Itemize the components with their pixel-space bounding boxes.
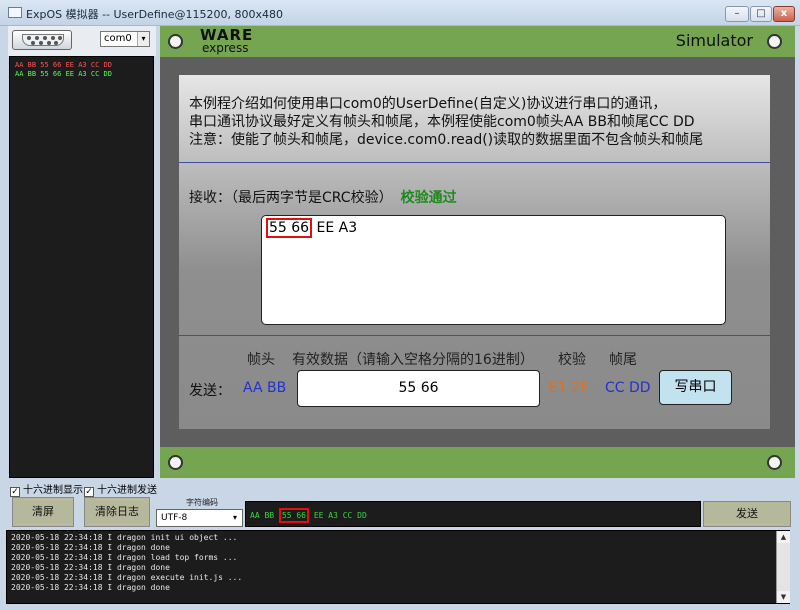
receive-label: 接收：（最后两字节是CRC校验） 校验通过 xyxy=(189,187,457,207)
hex-send-checkbox[interactable]: ✓ 十六进制发送 xyxy=(84,481,157,497)
frame-tail-bytes: CC DD xyxy=(605,380,651,396)
logo-bottom: express xyxy=(202,41,249,55)
console-line: 2020-05-18 22:34:18 I dragon execute ini… xyxy=(11,573,243,582)
payload-input[interactable]: 55 66 xyxy=(297,370,540,407)
frame-tail-label: 帧尾 xyxy=(609,352,637,368)
write-serial-button[interactable]: 写串口 xyxy=(659,370,732,405)
intro-line: 串口通讯协议最好定义有帧头和帧尾，本例程使能com0帧头AA BB和帧尾CC D… xyxy=(189,114,695,130)
console-line: 2020-05-18 22:34:18 I dragon load top fo… xyxy=(11,553,238,562)
simulator-device: WARE express Simulator 本例程介绍如何使用串口com0的U… xyxy=(160,26,795,478)
com-port-select[interactable]: com0 ▾ xyxy=(100,31,150,47)
crc-bytes: E1 2F xyxy=(549,380,589,396)
checkbox-checked-icon: ✓ xyxy=(84,487,94,497)
serial-connector xyxy=(22,34,64,46)
checkbox-checked-icon: ✓ xyxy=(10,487,20,497)
chevron-down-icon: ▾ xyxy=(232,513,237,522)
system-log-console[interactable]: 2020-05-18 22:34:18 I dragon init ui obj… xyxy=(6,530,790,604)
encoding-select[interactable]: UTF-8 ▾ xyxy=(156,509,243,527)
log-line: AA BB 55 66 EE A3 CC DD xyxy=(15,70,112,78)
send-button[interactable]: 发送 xyxy=(703,501,791,527)
crc-status: 校验通过 xyxy=(400,190,457,206)
received-crc: EE A3 xyxy=(312,220,358,236)
screw-icon xyxy=(168,455,183,470)
hex-display-label: 十六进制显示 xyxy=(23,485,83,496)
serial-port-icon xyxy=(12,30,72,50)
receive-label-text: 接收：（最后两字节是CRC校验） xyxy=(189,190,393,206)
intro-line: 本例程介绍如何使用串口com0的UserDefine(自定义)协议进行串口的通讯… xyxy=(189,96,667,112)
intro-line: 注意：使能了帧头和帧尾，device.com0.read()读取的数据里面不包含… xyxy=(189,132,704,148)
clear-screen-button[interactable]: 清屏 xyxy=(12,497,74,527)
screw-icon xyxy=(168,34,183,49)
console-scrollbar[interactable]: ▲ ▼ xyxy=(776,531,790,603)
com-port-value: com0 xyxy=(104,33,132,44)
clear-log-button[interactable]: 清除日志 xyxy=(84,497,150,527)
console-line: 2020-05-18 22:34:18 I dragon done xyxy=(11,563,170,572)
console-line: 2020-05-18 22:34:18 I dragon init ui obj… xyxy=(11,533,238,542)
hex-display-checkbox[interactable]: ✓ 十六进制显示 xyxy=(10,481,83,497)
device-footer xyxy=(160,447,795,478)
log-line: AA BB 55 66 EE A3 CC DD xyxy=(15,61,112,69)
demo-panel: 本例程介绍如何使用串口com0的UserDefine(自定义)协议进行串口的通讯… xyxy=(179,75,770,429)
send-data-tail: EE A3 CC DD xyxy=(309,511,367,520)
received-payload-highlight: 55 66 xyxy=(266,218,313,238)
ware-express-logo: WARE express xyxy=(200,28,270,55)
minimize-button[interactable]: – xyxy=(725,6,749,22)
divider xyxy=(179,162,770,163)
hex-send-label: 十六进制发送 xyxy=(97,485,157,496)
console-line: 2020-05-18 22:34:18 I dragon done xyxy=(11,583,170,592)
send-data-input[interactable]: AA BB 55 66 EE A3 CC DD xyxy=(245,501,701,527)
close-button[interactable]: x xyxy=(773,6,795,22)
screw-icon xyxy=(767,455,782,470)
simulator-title: Simulator xyxy=(675,31,753,50)
maximize-button[interactable]: □ xyxy=(750,6,772,22)
device-header: WARE express Simulator xyxy=(160,26,795,57)
send-data-head: AA BB xyxy=(250,511,279,520)
divider xyxy=(179,335,770,336)
title-bar: ExpOS 模拟器 -- UserDefine@115200, 800x480 … xyxy=(0,0,800,26)
encoding-label: 字符编码 xyxy=(186,498,218,507)
crc-label: 校验 xyxy=(558,352,586,368)
scroll-up-icon[interactable]: ▲ xyxy=(777,531,790,543)
receive-textarea[interactable]: 55 66 EE A3 xyxy=(261,215,726,325)
intro-text: 本例程介绍如何使用串口com0的UserDefine(自定义)协议进行串口的通讯… xyxy=(189,95,764,149)
console-line: 2020-05-18 22:34:18 I dragon done xyxy=(11,543,170,552)
encoding-value: UTF-8 xyxy=(161,513,188,523)
screw-icon xyxy=(767,34,782,49)
frame-head-label: 帧头 xyxy=(247,352,275,368)
app-icon xyxy=(8,7,22,18)
send-data-highlight: 55 66 xyxy=(278,508,309,523)
serial-log-panel[interactable]: AA BB 55 66 EE A3 CC DD AA BB 55 66 EE A3… xyxy=(9,56,154,478)
scroll-down-icon[interactable]: ▼ xyxy=(777,591,790,603)
window-title: ExpOS 模拟器 -- UserDefine@115200, 800x480 xyxy=(26,8,283,21)
send-label: 发送： xyxy=(189,383,231,399)
frame-head-bytes: AA BB xyxy=(243,380,287,396)
chevron-down-icon: ▾ xyxy=(137,32,149,46)
payload-label: 有效数据（请输入空格分隔的16进制） xyxy=(292,352,534,368)
